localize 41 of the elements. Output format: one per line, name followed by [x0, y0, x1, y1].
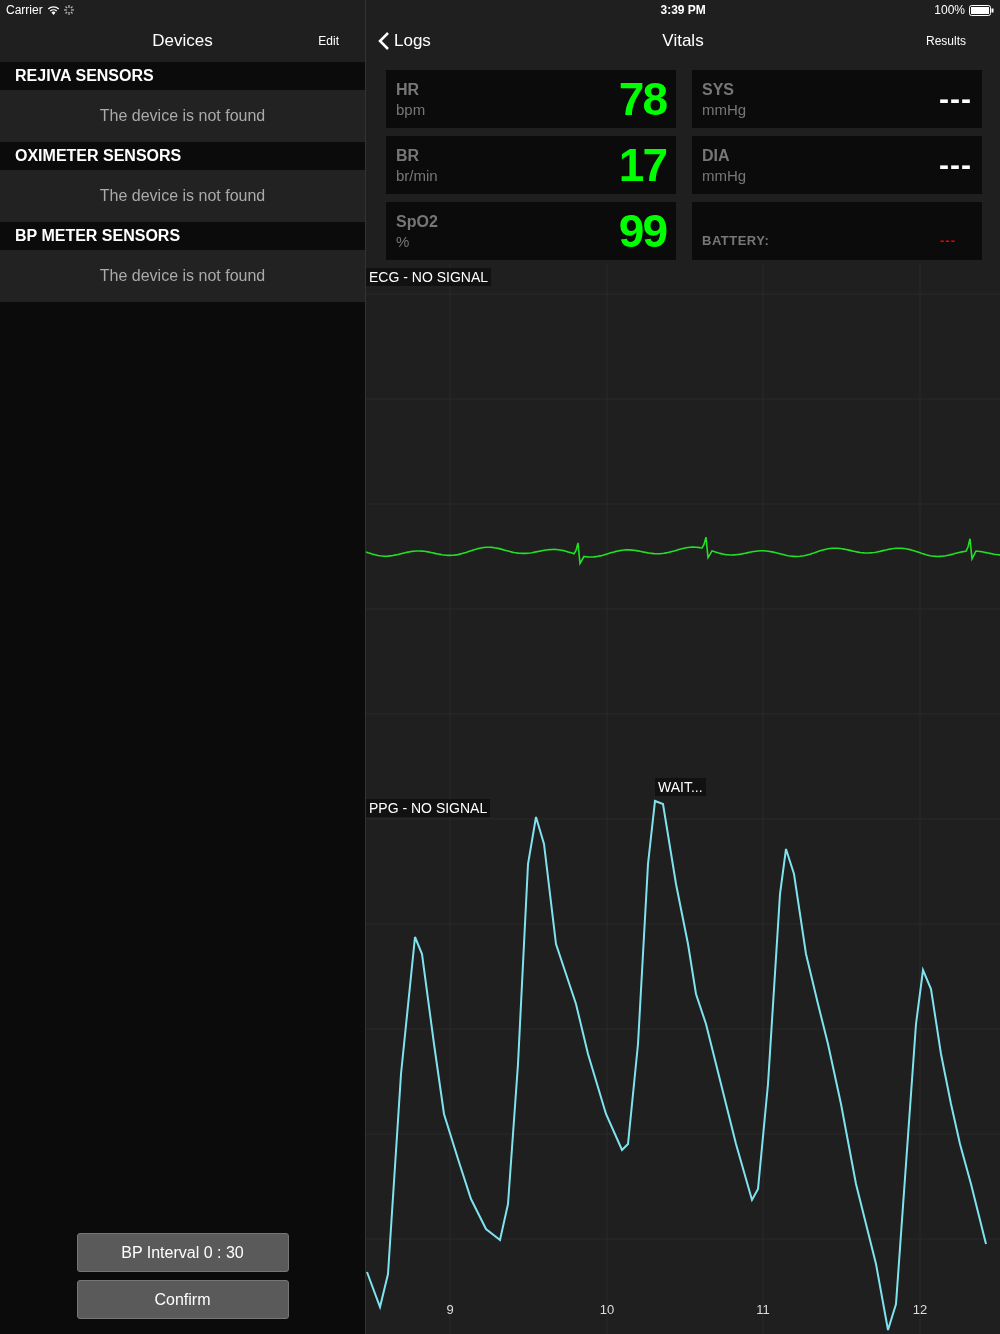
- vital-unit: mmHg: [702, 100, 747, 118]
- battery-label: BATTERY:: [702, 232, 770, 248]
- vital-value: 17: [618, 138, 666, 192]
- vital-label: SpO2: [396, 212, 438, 231]
- empty-message: The device is not found: [0, 90, 365, 142]
- ecg-label: ECG - NO SIGNAL: [366, 268, 492, 286]
- axis-tick-label: 9: [446, 1302, 454, 1317]
- screen-title: Vitals: [662, 31, 704, 51]
- vital-unit: mmHg: [702, 166, 747, 184]
- wait-label: WAIT...: [655, 778, 706, 796]
- action-button[interactable]: BP Interval 0 : 30: [76, 1233, 289, 1272]
- empty-message: The device is not found: [0, 170, 365, 222]
- vital-unit: bpm: [396, 100, 426, 118]
- back-button[interactable]: Logs: [378, 31, 431, 51]
- results-button[interactable]: Results: [920, 33, 972, 49]
- axis-tick-label: 10: [599, 1302, 615, 1317]
- vital-label: HR: [396, 80, 421, 99]
- ppg-label: PPG - NO SIGNAL: [366, 799, 491, 817]
- battery-icon: [969, 4, 994, 16]
- wifi-icon: [46, 5, 60, 15]
- empty-message: The device is not found: [0, 250, 365, 302]
- axis-tick-label: 12: [912, 1302, 928, 1317]
- vital-value: 99: [618, 204, 666, 258]
- vital-label: SYS: [702, 80, 735, 99]
- chevron-left-icon: [378, 31, 390, 51]
- status-time: 3:39 PM: [659, 3, 707, 17]
- axis-tick-label: 11: [756, 1302, 770, 1317]
- action-button[interactable]: Confirm: [76, 1280, 289, 1319]
- carrier-name: Carrier: [6, 3, 43, 17]
- vital-unit: br/min: [396, 166, 438, 184]
- battery-value: ---: [940, 232, 956, 248]
- edit-button[interactable]: Edit: [312, 33, 345, 49]
- vital-unit: %: [396, 232, 411, 250]
- vital-label: DIA: [702, 146, 731, 165]
- panel-title: Devices: [152, 31, 213, 51]
- vital-value: 78: [618, 72, 666, 126]
- vital-label: BR: [396, 146, 421, 165]
- battery-percent: 100%: [934, 3, 965, 17]
- spinner-icon: [63, 5, 74, 15]
- vital-value: ---: [939, 148, 972, 182]
- vital-value: ---: [939, 82, 972, 116]
